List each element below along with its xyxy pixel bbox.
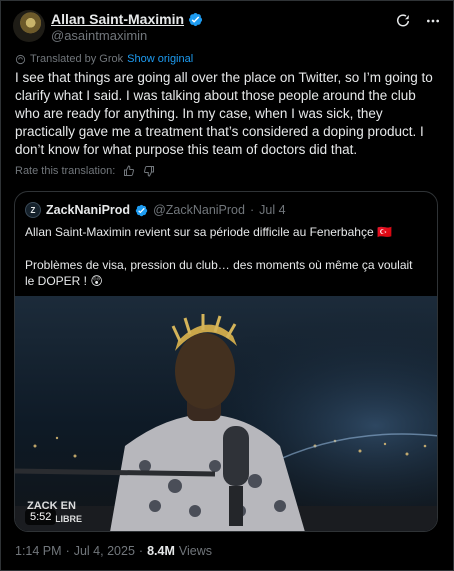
quoted-author-name[interactable]: ZackNaniProd [46, 203, 130, 217]
more-options-icon[interactable] [425, 13, 441, 29]
quoted-tweet[interactable]: Z ZackNaniProd @ZackNaniProd · Jul 4 All… [14, 191, 438, 532]
author-name-row: Allan Saint-Maximin [51, 11, 203, 27]
author-name[interactable]: Allan Saint-Maximin [51, 11, 184, 27]
footer-separator: · [138, 544, 144, 558]
translated-by-label: Translated by Grok [30, 53, 124, 65]
video-thumbnail: ZACK EN LIBRE [15, 296, 437, 531]
grok-icon[interactable] [395, 13, 411, 29]
avatar[interactable] [13, 10, 45, 42]
quoted-tweet-text: Allan Saint-Maximin revient sur sa pério… [25, 224, 425, 306]
quoted-line-1: Allan Saint-Maximin revient sur sa pério… [25, 225, 392, 239]
translation-notice: Translated by Grok Show original [15, 53, 193, 65]
footer-separator: · [65, 544, 70, 558]
tweet-footer: 1:14 PM · Jul 4, 2025 · 8.4M Views [15, 544, 212, 558]
quoted-separator: · [249, 203, 255, 217]
verified-badge-icon [188, 12, 203, 26]
video-logo-bottom: LIBRE [55, 514, 82, 524]
tweet-text: I see that things are going all over the… [15, 70, 433, 157]
post-time[interactable]: 1:14 PM [15, 544, 62, 558]
quoted-date[interactable]: Jul 4 [259, 203, 285, 217]
thumbs-down-icon[interactable] [143, 165, 155, 177]
views-label: Views [178, 544, 212, 558]
thumbs-up-icon[interactable] [123, 165, 135, 177]
views-count: 8.4M [147, 544, 175, 558]
rate-translation: Rate this translation: [15, 165, 155, 177]
translate-icon [15, 54, 26, 64]
quoted-author-handle[interactable]: @ZackNaniProd [153, 203, 245, 217]
rate-translation-label: Rate this translation: [15, 165, 116, 177]
show-original-link[interactable]: Show original [127, 53, 193, 65]
video-player[interactable]: ZACK EN LIBRE 5:52 [15, 296, 437, 531]
tweet-header: Allan Saint-Maximin @asaintmaximin [13, 9, 441, 45]
header-actions [395, 13, 441, 29]
quoted-line-2: Problèmes de visa, pression du club… des… [25, 257, 413, 289]
tweet-card: Allan Saint-Maximin @asaintmaximin Trans… [0, 0, 454, 571]
quoted-tweet-header: Z ZackNaniProd @ZackNaniProd · Jul 4 [25, 202, 286, 218]
author-handle[interactable]: @asaintmaximin [51, 28, 147, 43]
post-date[interactable]: Jul 4, 2025 [74, 544, 135, 558]
quoted-avatar[interactable]: Z [25, 202, 41, 218]
video-duration: 5:52 [25, 509, 57, 525]
verified-badge-icon [135, 204, 148, 216]
